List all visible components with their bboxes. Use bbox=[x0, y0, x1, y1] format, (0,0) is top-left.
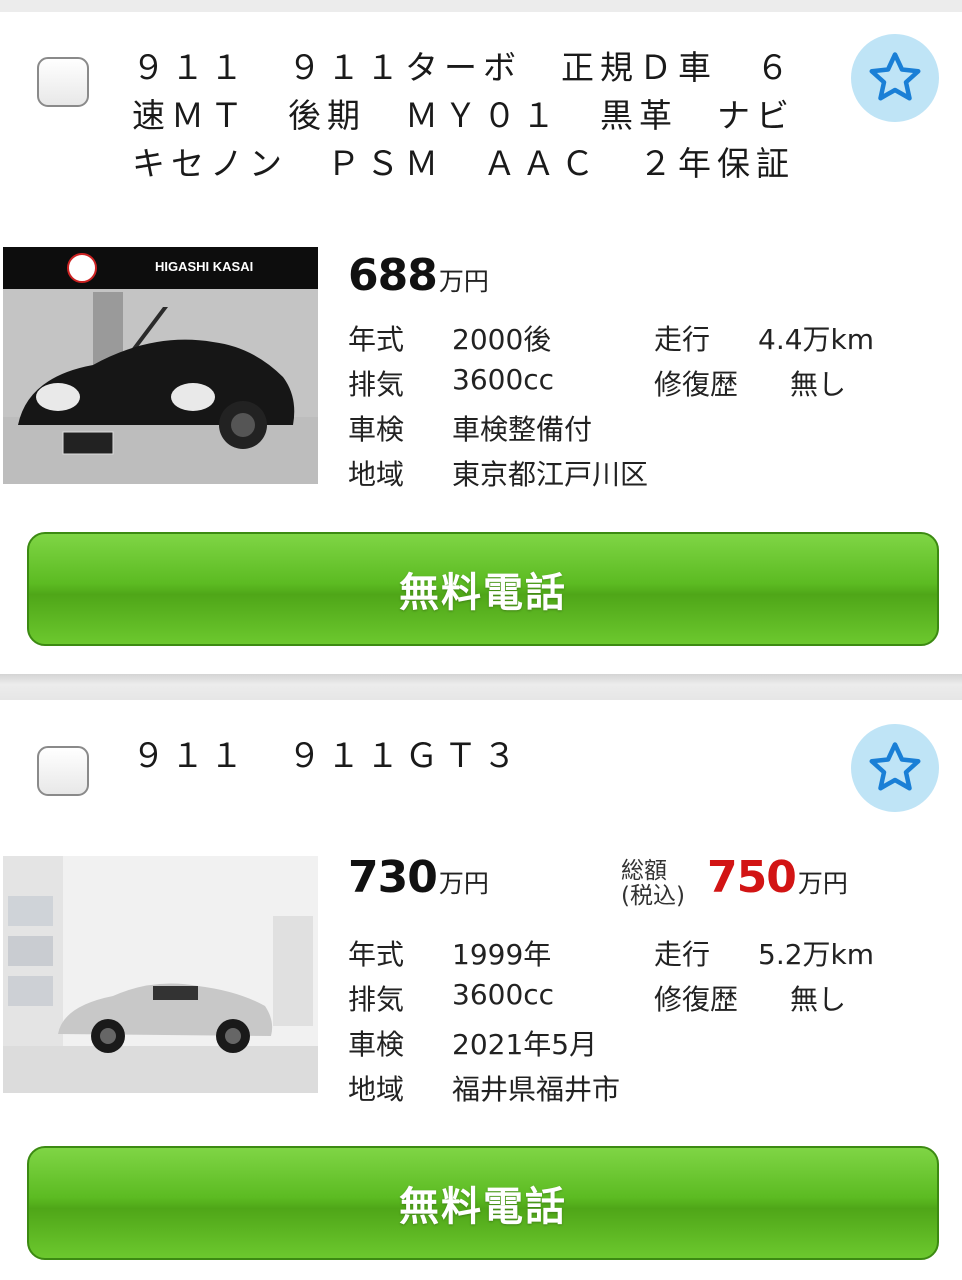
car-photo[interactable]: HIGASHI KASAI bbox=[3, 247, 318, 484]
star-icon bbox=[869, 742, 921, 791]
spec-label-repair: 修復歴 bbox=[654, 983, 739, 1016]
compare-checkbox[interactable] bbox=[37, 746, 89, 796]
price: 730 万円 bbox=[348, 852, 489, 903]
spec-value-area: 東京都江戸川区 bbox=[452, 458, 649, 491]
spec-label-inspection: 車検 bbox=[348, 413, 405, 446]
total-price-label: 総額 (税込) bbox=[621, 859, 685, 909]
spec-label-displacement: 排気 bbox=[348, 368, 405, 401]
spec-value-area: 福井県福井市 bbox=[452, 1073, 621, 1106]
spec-label-year: 年式 bbox=[348, 938, 405, 971]
listing-card: ９１１ ９１１ＧＴ３ 730 万円 総額 (税込) 750 万円 年式 1999… bbox=[0, 700, 962, 1280]
spec-label-area: 地域 bbox=[348, 458, 405, 491]
spec-label-area: 地域 bbox=[348, 1073, 405, 1106]
price-unit: 万円 bbox=[438, 869, 489, 898]
favorite-star-icon[interactable] bbox=[851, 34, 939, 122]
total-price-unit: 万円 bbox=[797, 869, 848, 898]
dealer-logo-badge bbox=[67, 253, 97, 283]
spec-value-inspection: 車検整備付 bbox=[452, 413, 593, 446]
price: 688 万円 bbox=[348, 250, 489, 301]
price-value: 730 bbox=[348, 852, 438, 903]
total-label-line1: 総額 bbox=[621, 858, 667, 884]
favorite-star-icon[interactable] bbox=[851, 724, 939, 812]
spec-value-repair: 無し bbox=[790, 368, 847, 401]
top-strip bbox=[0, 0, 962, 12]
car-photo[interactable] bbox=[3, 856, 318, 1093]
spec-label-inspection: 車検 bbox=[348, 1028, 405, 1061]
spec-value-displacement: 3600cc bbox=[452, 978, 555, 1011]
total-price-value: 750 bbox=[707, 852, 797, 903]
spec-value-year: 2000後 bbox=[452, 323, 552, 356]
spec-value-displacement: 3600cc bbox=[452, 363, 555, 396]
dealer-logo-text: HIGASHI KASAI bbox=[155, 259, 254, 274]
spec-value-mileage: 4.4万km bbox=[758, 323, 875, 356]
spec-label-displacement: 排気 bbox=[348, 983, 405, 1016]
price-unit: 万円 bbox=[438, 267, 489, 296]
listing-card: ９１１ ９１１ターボ 正規Ｄ車 ６速ＭＴ 後期 ＭＹ０１ 黒革 ナビ キセノン … bbox=[0, 12, 962, 674]
spec-value-mileage: 5.2万km bbox=[758, 938, 875, 971]
listing-title[interactable]: ９１１ ９１１ターボ 正規Ｄ車 ６速ＭＴ 後期 ＭＹ０１ 黒革 ナビ キセノン … bbox=[132, 44, 828, 188]
compare-checkbox[interactable] bbox=[37, 57, 89, 107]
total-price: 750 万円 bbox=[707, 852, 848, 903]
total-label-line2: (税込) bbox=[621, 883, 685, 909]
spec-label-year: 年式 bbox=[348, 323, 405, 356]
free-call-button[interactable]: 無料電話 bbox=[27, 1146, 939, 1260]
spec-label-repair: 修復歴 bbox=[654, 368, 739, 401]
spec-value-year: 1999年 bbox=[452, 938, 552, 971]
spec-label-mileage: 走行 bbox=[654, 323, 711, 356]
free-call-button[interactable]: 無料電話 bbox=[27, 532, 939, 646]
star-icon bbox=[869, 52, 921, 101]
spec-value-inspection: 2021年5月 bbox=[452, 1028, 598, 1061]
card-separator bbox=[0, 674, 962, 700]
price-value: 688 bbox=[348, 250, 438, 301]
spec-value-repair: 無し bbox=[790, 983, 847, 1016]
spec-label-mileage: 走行 bbox=[654, 938, 711, 971]
listing-title[interactable]: ９１１ ９１１ＧＴ３ bbox=[132, 732, 812, 780]
